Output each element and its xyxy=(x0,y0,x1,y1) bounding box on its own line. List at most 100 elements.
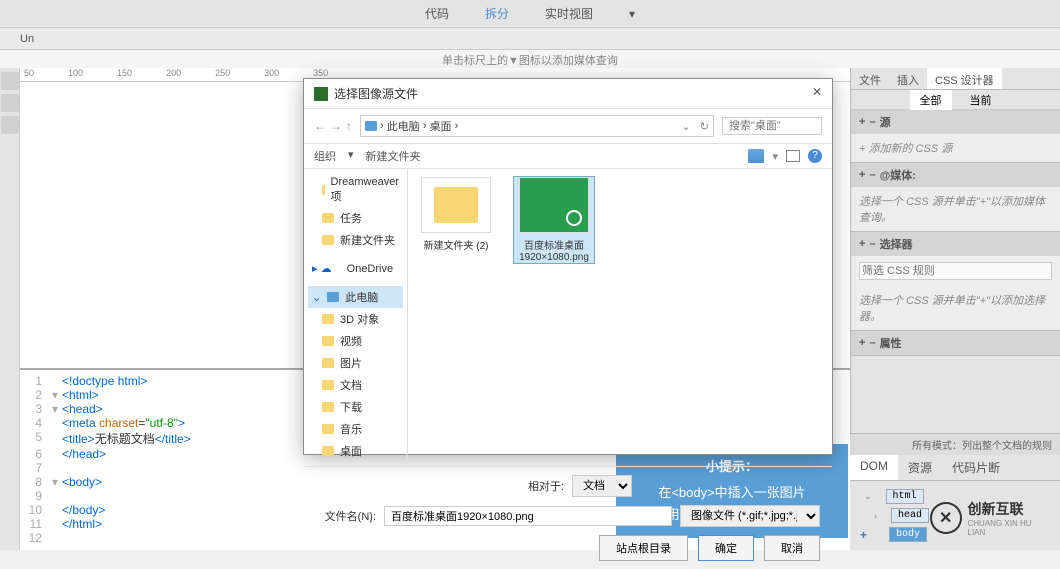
sidebar-item[interactable]: 桌面 xyxy=(308,440,403,462)
sidebar-label: 任务 xyxy=(340,210,362,226)
cancel-button[interactable]: 取消 xyxy=(764,535,820,561)
document-tab-bar: Un xyxy=(0,28,1060,50)
selectors-filter-input[interactable] xyxy=(859,262,1052,280)
sidebar-label: 文档 xyxy=(340,377,362,393)
sidebar-label: 下载 xyxy=(340,399,362,415)
sources-header[interactable]: +–源 xyxy=(851,110,1060,134)
selectors-header[interactable]: +–选择器 xyxy=(851,232,1060,256)
code-text: > xyxy=(178,416,185,430)
tab-dom[interactable]: DOM xyxy=(850,455,898,480)
dom-mode-hint: 所有模式：列出整个文档的规则 xyxy=(850,434,1060,455)
sidebar-item[interactable]: 图片 xyxy=(308,352,403,374)
view-mode-icon[interactable] xyxy=(748,149,764,163)
preview-pane-icon[interactable] xyxy=(786,150,800,162)
folder-icon xyxy=(322,380,334,390)
subtab-current[interactable]: 当前 xyxy=(960,90,1002,110)
file-filter-select[interactable]: 图像文件 (*.gif;*.jpg;*.jpeg;*.png xyxy=(680,505,820,527)
sidebar-label: 桌面 xyxy=(340,443,362,459)
file-item-image[interactable]: 百度标准桌面1920×1080.png xyxy=(514,177,594,263)
sidebar-label: 图片 xyxy=(340,355,362,371)
sidebar-label: 音乐 xyxy=(340,421,362,437)
organize-menu[interactable]: 组织 xyxy=(314,148,336,164)
breadcrumb[interactable]: › 此电脑 › 桌面 › ⌄ ↻ xyxy=(360,115,714,137)
tool-icon[interactable] xyxy=(1,72,19,90)
sidebar-item[interactable]: Dreamweaver项 xyxy=(308,173,403,207)
sidebar-item[interactable]: 新建文件夹 xyxy=(308,229,403,251)
document-tab[interactable]: Un xyxy=(20,33,34,45)
site-root-button[interactable]: 站点根目录 xyxy=(599,535,688,561)
sources-body[interactable]: + 添加新的 CSS 源 xyxy=(851,134,1060,162)
tab-file[interactable]: 文件 xyxy=(851,68,889,89)
dom-node-html[interactable]: html xyxy=(886,489,924,504)
search-input[interactable] xyxy=(722,117,822,135)
folder-icon xyxy=(322,402,334,412)
menu-dropdown-icon[interactable]: ▾ xyxy=(621,3,643,25)
breadcrumb-dropdown-icon[interactable]: ⌄ ↻ xyxy=(681,120,709,133)
sidebar-item[interactable]: 音乐 xyxy=(308,418,403,440)
breadcrumb-pc[interactable]: 此电脑 xyxy=(387,118,420,134)
dom-node-body[interactable]: body xyxy=(889,527,927,542)
sidebar-item[interactable]: 下载 xyxy=(308,396,403,418)
file-item-label: 新建文件夹 (2) xyxy=(416,237,496,252)
logo-subtext: CHUANG XIN HU LIAN xyxy=(968,519,1051,537)
help-icon[interactable]: ? xyxy=(808,149,822,163)
new-folder-button[interactable]: 新建文件夹 xyxy=(366,148,421,164)
file-open-dialog: 选择图像源文件 ✕ ← → ↑ › 此电脑 › 桌面 › ⌄ ↻ 组织▾ 新建文… xyxy=(303,78,833,455)
nav-forward-icon[interactable]: → xyxy=(330,119,342,133)
sidebar-item[interactable]: 3D 对象 xyxy=(308,308,403,330)
file-item-label: 百度标准桌面1920×1080.png xyxy=(514,237,594,263)
dom-node-head[interactable]: head xyxy=(891,508,929,523)
sidebar-label: 视频 xyxy=(340,333,362,349)
tab-resources[interactable]: 资源 xyxy=(898,455,942,480)
ruler-tick: 150 xyxy=(117,68,132,81)
media-hint: 选择一个 CSS 源并单击"+"以添加媒体查询。 xyxy=(851,187,1060,231)
sidebar-item[interactable]: 任务 xyxy=(308,207,403,229)
folder-icon xyxy=(322,235,334,245)
logo-icon: ✕ xyxy=(930,502,962,534)
ok-button[interactable]: 确定 xyxy=(698,535,754,561)
sidebar-label: 3D 对象 xyxy=(340,311,379,327)
left-toolbar xyxy=(0,68,20,550)
code-text: 无标题文档 xyxy=(95,432,155,446)
filename-input[interactable] xyxy=(384,506,672,526)
code-text: charset xyxy=(99,416,138,430)
sidebar-label: 此电脑 xyxy=(345,289,378,305)
relative-to-label: 相对于: xyxy=(504,478,564,494)
watermark-logo: ✕ 创新互联 CHUANG XIN HU LIAN xyxy=(930,500,1050,536)
code-text: <title> xyxy=(62,432,95,446)
media-query-hint: 单击标尺上的▼图标以添加媒体查询 xyxy=(0,50,1060,68)
relative-to-select[interactable]: 文档 xyxy=(572,475,632,497)
sidebar-item[interactable]: 文档 xyxy=(308,374,403,396)
ruler-tick: 200 xyxy=(166,68,181,81)
folder-icon xyxy=(322,185,325,195)
dialog-title: 选择图像源文件 xyxy=(334,85,418,102)
properties-header[interactable]: +–属性 xyxy=(851,331,1060,355)
folder-icon xyxy=(322,314,334,324)
file-list[interactable]: 新建文件夹 (2) 百度标准桌面1920×1080.png xyxy=(408,169,832,466)
media-header[interactable]: +–@媒体: xyxy=(851,163,1060,187)
add-node-button[interactable]: + xyxy=(860,528,867,542)
tool-icon[interactable] xyxy=(1,94,19,112)
sidebar-this-pc[interactable]: ⌄此电脑 xyxy=(308,286,403,308)
close-button[interactable]: ✕ xyxy=(812,85,822,102)
subtab-all[interactable]: 全部 xyxy=(910,90,952,110)
ruler-tick: 250 xyxy=(215,68,230,81)
nav-back-icon[interactable]: ← xyxy=(314,119,326,133)
nav-up-icon[interactable]: ↑ xyxy=(346,119,352,133)
code-text: </body> xyxy=(62,503,105,517)
menu-live[interactable]: 实时视图 xyxy=(537,1,601,26)
sidebar-label: 新建文件夹 xyxy=(340,232,395,248)
breadcrumb-desktop[interactable]: 桌面 xyxy=(430,118,452,134)
tool-icon[interactable] xyxy=(1,116,19,134)
sidebar-onedrive[interactable]: ▸ ☁ OneDrive xyxy=(308,259,403,278)
tab-css-designer[interactable]: CSS 设计器 xyxy=(927,68,1002,89)
folder-icon xyxy=(322,213,334,223)
menu-code[interactable]: 代码 xyxy=(417,1,457,26)
tab-snippets[interactable]: 代码片断 xyxy=(942,455,1010,480)
sidebar-item[interactable]: 视频 xyxy=(308,330,403,352)
dialog-sidebar[interactable]: Dreamweaver项 任务 新建文件夹 ▸ ☁ OneDrive ⌄此电脑 … xyxy=(304,169,408,466)
file-item-folder[interactable]: 新建文件夹 (2) xyxy=(416,177,496,252)
tab-insert[interactable]: 插入 xyxy=(889,68,927,89)
menu-split[interactable]: 拆分 xyxy=(477,1,517,26)
code-text: <html> xyxy=(62,388,99,402)
